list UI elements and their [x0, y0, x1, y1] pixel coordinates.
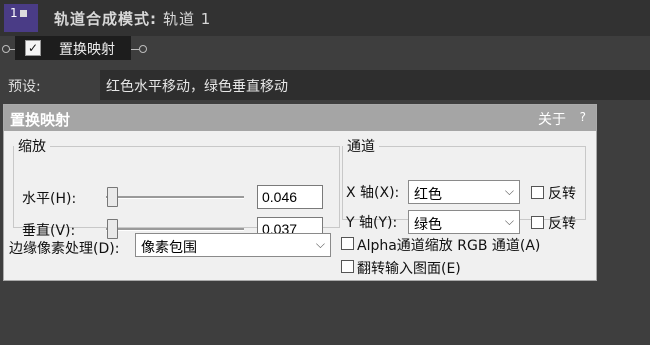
chevron-down-icon: ⌵ — [504, 184, 514, 198]
y-axis-channel-value: 绿色 — [414, 217, 442, 233]
y-axis-channel-select[interactable]: 绿色 ⌵ — [408, 210, 520, 234]
channel-group: 通道 X 轴(X): 红色 ⌵ 反转 Y 轴(Y): 绿色 ⌵ 反转 — [342, 136, 586, 234]
track-composite-mode: 轨道合成模式: 轨道 1 — [54, 8, 211, 29]
effect-name: 置换映射 — [59, 42, 115, 58]
zoom-legend: 缩放 — [18, 139, 46, 155]
vertical-slider-track[interactable] — [106, 228, 244, 231]
effect-tag[interactable]: ✓ 置换映射 — [15, 36, 131, 60]
x-axis-label: X 轴(X): — [346, 185, 400, 201]
preset-field[interactable]: 红色水平移动，绿色垂直移动 — [100, 70, 650, 100]
y-axis-label: Y 轴(Y): — [346, 215, 398, 231]
connector-right-dot-icon — [139, 45, 147, 53]
horizontal-label: 水平(H): — [22, 191, 77, 207]
x-invert-label: 反转 — [548, 186, 576, 202]
horizontal-slider-track[interactable] — [106, 196, 244, 199]
zoom-group: 缩放 水平(H): 0.046 垂直(V): 0.037 — [13, 136, 340, 241]
track-name: 轨道 1 — [163, 10, 212, 28]
help-icon[interactable]: ? — [580, 110, 586, 124]
track-icon — [19, 10, 27, 17]
effect-row: ✓ 置换映射 — [0, 36, 650, 66]
track-header: 1 轨道合成模式: 轨道 1 — [0, 0, 650, 36]
flip-input-label: 翻转输入图面(E) — [357, 261, 461, 277]
vertical-label: 垂直(V): — [22, 223, 76, 239]
x-invert-checkbox[interactable] — [531, 186, 544, 199]
dialog-title: 置换映射 — [10, 111, 71, 129]
effect-enable-checkbox[interactable]: ✓ — [25, 40, 41, 56]
y-invert-checkbox[interactable] — [531, 216, 544, 229]
x-axis-channel-value: 红色 — [414, 187, 442, 203]
vertical-slider-thumb[interactable] — [107, 219, 118, 239]
connector-right-line — [131, 49, 139, 50]
x-axis-channel-select[interactable]: 红色 ⌵ — [408, 180, 520, 204]
edge-pixels-value: 像素包围 — [141, 240, 197, 256]
preset-label: 预设: — [8, 79, 41, 95]
chevron-down-icon: ⌵ — [504, 214, 514, 228]
horizontal-slider-thumb[interactable] — [107, 187, 118, 207]
edge-pixels-select[interactable]: 像素包围 ⌵ — [135, 233, 331, 257]
chevron-down-icon: ⌵ — [315, 237, 325, 251]
horizontal-scale-input[interactable]: 0.046 — [257, 185, 323, 209]
edge-pixels-label: 边缘像素处理(D): — [9, 241, 120, 257]
alpha-scale-label: Alpha通道缩放 RGB 通道(A) — [357, 238, 541, 254]
track-number: 1 — [10, 6, 18, 20]
about-link[interactable]: 关于 — [538, 109, 566, 129]
channel-legend: 通道 — [347, 139, 375, 155]
track-number-badge[interactable]: 1 — [4, 4, 38, 32]
displacement-map-dialog: 置换映射 关于 ? 缩放 水平(H): 0.046 垂直(V): 0.037 通… — [3, 104, 597, 281]
dialog-header: 置换映射 关于 ? — [4, 105, 596, 131]
preset-value: 红色水平移动，绿色垂直移动 — [106, 79, 288, 95]
track-title-label: 轨道合成模式: — [54, 10, 157, 28]
y-invert-label: 反转 — [548, 216, 576, 232]
flip-input-checkbox[interactable] — [341, 260, 354, 273]
alpha-scale-checkbox[interactable] — [341, 237, 354, 250]
